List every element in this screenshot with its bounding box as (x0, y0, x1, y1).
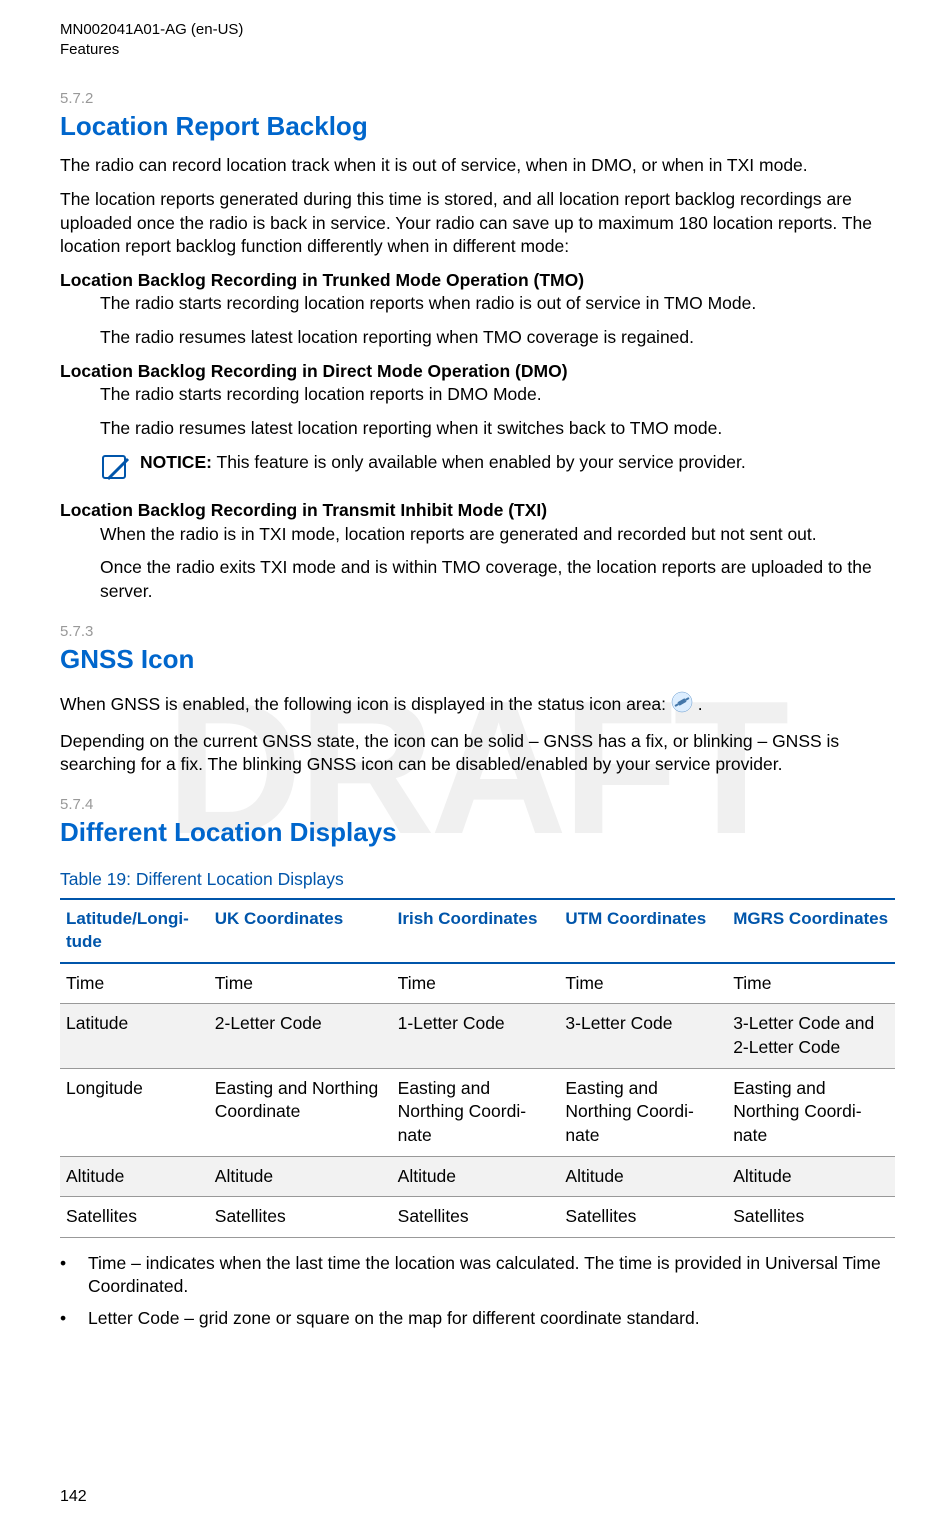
table-cell: Satellites (727, 1197, 895, 1238)
table-cell: Satellites (209, 1197, 392, 1238)
table-row: Satellites Satellites Satellites Satelli… (60, 1197, 895, 1238)
chapter-name: Features (60, 40, 895, 60)
table-header: Irish Coordi­nates (392, 899, 560, 963)
table-cell: Altitude (392, 1156, 560, 1197)
body-text: The radio starts recording location repo… (100, 383, 895, 407)
table-row: Longitude Easting and Northing Coordi­na… (60, 1068, 895, 1156)
table-cell: Altitude (559, 1156, 727, 1197)
section-title-573: GNSS Icon (60, 642, 895, 677)
section-number-574: 5.7.4 (60, 795, 895, 815)
text-fragment: . (693, 694, 703, 714)
table-header: UK Coordinates (209, 899, 392, 963)
body-text: Once the radio exits TXI mode and is wit… (100, 556, 895, 603)
table-title: Table 19: Different Location Displays (60, 868, 895, 892)
text-fragment: When GNSS is enabled, the following icon… (60, 694, 671, 714)
body-text: When the radio is in TXI mode, location … (100, 523, 895, 547)
table-cell: 2-Letter Code (209, 1004, 392, 1068)
section-number-573: 5.7.3 (60, 622, 895, 642)
notice-label: NOTICE: (140, 452, 212, 472)
bullet-marker: • (60, 1307, 88, 1331)
table-cell: Time (559, 963, 727, 1004)
body-text: The radio can record location track when… (60, 154, 895, 178)
notice-callout: NOTICE: This feature is only available w… (100, 451, 895, 490)
doc-id: MN002041A01-AG (en-US) (60, 20, 895, 40)
body-text: The location reports generated during th… (60, 188, 895, 259)
bullet-text: Time – indicates when the last time the … (88, 1252, 895, 1299)
table-cell: Satellites (392, 1197, 560, 1238)
table-cell: Latitude (60, 1004, 209, 1068)
notice-text: NOTICE: This feature is only available w… (140, 451, 895, 475)
subheading-dmo: Location Backlog Recording in Direct Mod… (60, 360, 895, 384)
notice-icon (100, 453, 130, 490)
body-text: The radio starts recording location repo… (100, 292, 895, 316)
table-row: Altitude Altitude Altitude Altitude Alti… (60, 1156, 895, 1197)
document-header: MN002041A01-AG (en-US) Features (60, 20, 895, 59)
table-cell: 3-Letter Code (559, 1004, 727, 1068)
body-text: The radio resumes latest location report… (100, 417, 895, 441)
body-text: Depending on the current GNSS state, the… (60, 730, 895, 777)
table-row: Time Time Time Time Time (60, 963, 895, 1004)
table-cell: 3-Letter Code and 2-Letter Code (727, 1004, 895, 1068)
gnss-satellite-icon (671, 691, 693, 720)
table-cell: Altitude (60, 1156, 209, 1197)
table-cell: Time (392, 963, 560, 1004)
table-header-row: Latitude/Longi­tude UK Coordinates Irish… (60, 899, 895, 963)
bullet-text: Letter Code – grid zone or square on the… (88, 1307, 895, 1331)
table-row: Latitude 2-Letter Code 1-Letter Code 3-L… (60, 1004, 895, 1068)
table-cell: Altitude (209, 1156, 392, 1197)
table-cell: Time (727, 963, 895, 1004)
body-text: The radio resumes latest location report… (100, 326, 895, 350)
table-header: Latitude/Longi­tude (60, 899, 209, 963)
table-cell: Satellites (60, 1197, 209, 1238)
table-cell: Easting and Northing Coordi­nate (727, 1068, 895, 1156)
table-cell: Time (209, 963, 392, 1004)
table-cell: Altitude (727, 1156, 895, 1197)
notice-body: This feature is only available when enab… (212, 452, 746, 472)
table-cell: Easting and Northing Coordi­nate (559, 1068, 727, 1156)
table-header: UTM Coordi­nates (559, 899, 727, 963)
page-number: 142 (60, 1486, 87, 1508)
table-cell: Easting and Northing Coordi­nate (392, 1068, 560, 1156)
table-cell: 1-Letter Code (392, 1004, 560, 1068)
bullet-marker: • (60, 1252, 88, 1299)
list-item: • Letter Code – grid zone or square on t… (60, 1307, 895, 1331)
table-cell: Longitude (60, 1068, 209, 1156)
table-header: MGRS Coordi­nates (727, 899, 895, 963)
table-cell: Easting and Northing Coordi­nate (209, 1068, 392, 1156)
table-cell: Time (60, 963, 209, 1004)
list-item: • Time – indicates when the last time th… (60, 1252, 895, 1299)
table-cell: Satellites (559, 1197, 727, 1238)
body-text: When GNSS is enabled, the following icon… (60, 691, 895, 720)
section-title-572: Location Report Backlog (60, 109, 895, 144)
location-displays-table: Latitude/Longi­tude UK Coordinates Irish… (60, 898, 895, 1238)
subheading-tmo: Location Backlog Recording in Trunked Mo… (60, 269, 895, 293)
section-number-572: 5.7.2 (60, 89, 895, 109)
subheading-txi: Location Backlog Recording in Transmit I… (60, 499, 895, 523)
bullet-list: • Time – indicates when the last time th… (60, 1252, 895, 1331)
section-title-574: Different Location Displays (60, 815, 895, 850)
